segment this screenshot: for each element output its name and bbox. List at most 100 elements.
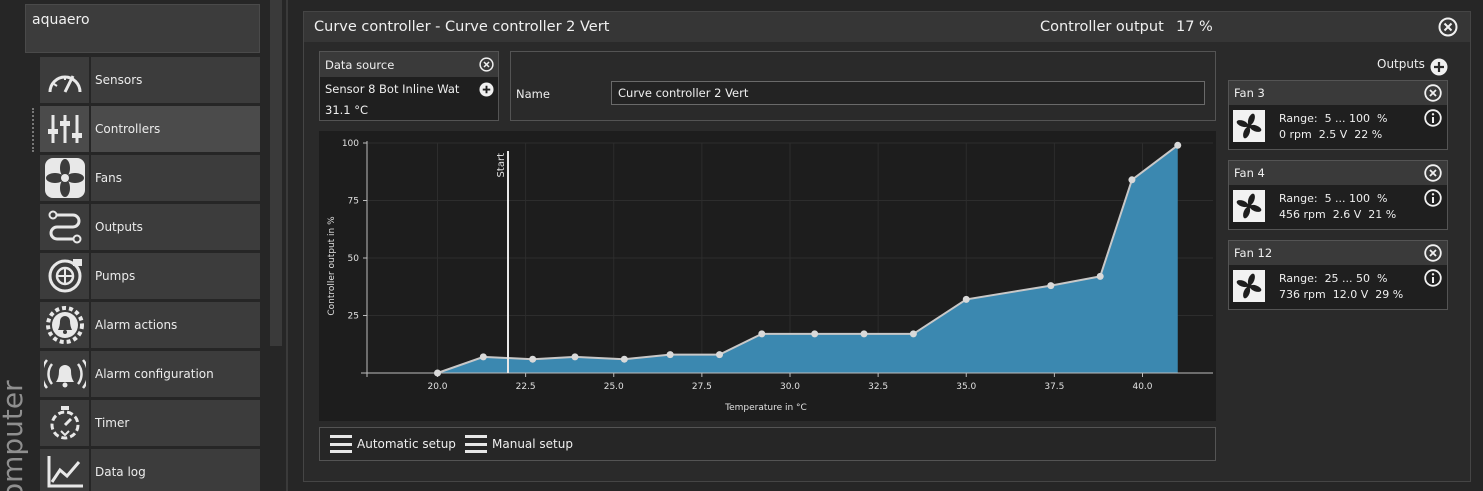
bell-wave-icon (40, 351, 89, 397)
curve-controller-panel: Curve controller - Curve controller 2 Ve… (303, 11, 1471, 482)
fan-icon (1233, 190, 1265, 222)
automatic-setup-button[interactable]: Automatic setup (330, 435, 456, 453)
nav-label: Fans (91, 155, 260, 201)
nav-item-sensors[interactable]: Sensors (40, 57, 260, 103)
x-axis-label: Temperature in °C (724, 403, 807, 413)
nav-label: Data log (91, 449, 260, 491)
nav-label: Alarm actions (91, 302, 260, 348)
x-tick-label: 32.5 (868, 382, 888, 392)
x-tick-label: 25.0 (604, 382, 624, 392)
nav-scrollbar[interactable] (270, 0, 282, 346)
y-tick-label: 25 (348, 312, 359, 322)
curve-chart-svg[interactable]: 20.0 22.5 25.0 27.5 30.0 32.5 35.0 37.5 40.0 25 50… (319, 131, 1216, 421)
curve-point (1174, 141, 1182, 149)
remove-source-icon[interactable] (479, 57, 494, 72)
x-tick-label: 22.5 (516, 382, 536, 392)
name-label: Name (516, 87, 550, 101)
device-selector[interactable]: aquaero (25, 4, 260, 53)
y-tick-label: 50 (348, 254, 360, 264)
fan-card-header: Fan 4 (1229, 161, 1447, 185)
setup-bar: Automatic setup Manual setup (319, 427, 1216, 461)
nav-label: Outputs (91, 204, 260, 250)
data-source-title: Data source (325, 58, 395, 72)
curve-point (1047, 282, 1055, 290)
fan-card-header: Fan 12 (1229, 241, 1447, 265)
fan-icon (1233, 110, 1265, 142)
data-source-sensor: Sensor 8 Bot Inline Wat (325, 82, 460, 96)
curve-point (529, 355, 537, 363)
nav-label: Pumps (91, 253, 260, 299)
fan-card-header: Fan 3 (1229, 81, 1447, 105)
controller-output-value: 17 % (1176, 19, 1213, 35)
outputs-icon (40, 204, 89, 250)
pane-divider[interactable] (286, 0, 288, 491)
nav-item-alarm-actions[interactable]: Alarm actions (40, 302, 260, 348)
nav-item-alarm-configuration[interactable]: Alarm configuration (40, 351, 260, 397)
close-icon[interactable] (1438, 17, 1458, 37)
nav-label: Controllers (91, 106, 260, 152)
fan-card: Fan 12 Range: 25 ... 50 % 736 rpm 12.0 V… (1228, 240, 1448, 310)
remove-fan-icon[interactable] (1424, 84, 1442, 102)
remove-fan-icon[interactable] (1424, 244, 1442, 262)
y-tick-label: 100 (342, 139, 359, 149)
gauge-icon (40, 57, 89, 103)
fan-card: Fan 3 Range: 5 ... 100 % 0 rpm 2.5 V 22 … (1228, 80, 1448, 150)
fan-stats: 0 rpm 2.5 V 22 % (1279, 128, 1383, 141)
data-source-header: Data source (320, 52, 498, 77)
x-tick-label: 40.0 (1132, 382, 1152, 392)
outputs-label: Outputs (1377, 57, 1425, 71)
nav-item-timer[interactable]: Timer (40, 400, 260, 446)
fan-stats: 736 rpm 12.0 V 29 % (1279, 288, 1404, 301)
name-input[interactable] (611, 81, 1205, 105)
x-tick-label: 20.0 (427, 382, 447, 392)
fan-range: Range: 5 ... 100 % (1279, 112, 1388, 125)
info-icon[interactable] (1424, 109, 1442, 127)
nav-label: Timer (91, 400, 260, 446)
device-name: aquaero (32, 12, 90, 28)
curve-point (571, 353, 579, 361)
y-tick-label: 75 (348, 197, 359, 207)
curve-point (860, 330, 868, 338)
chart-icon (40, 449, 89, 491)
info-icon[interactable] (1424, 269, 1442, 287)
add-source-icon[interactable] (479, 82, 494, 97)
nav-item-pumps[interactable]: Pumps (40, 253, 260, 299)
menu-icon (330, 435, 352, 453)
x-tick-label: 35.0 (956, 382, 976, 392)
side-vertical-label: omputer (0, 380, 29, 491)
curve-point (1128, 176, 1136, 184)
fan-name: Fan 12 (1234, 246, 1273, 260)
info-icon[interactable] (1424, 189, 1442, 207)
fan-range: Range: 25 ... 50 % (1279, 272, 1388, 285)
fan-range: Range: 5 ... 100 % (1279, 192, 1388, 205)
controller-output-label: Controller output (1040, 19, 1164, 35)
curve-chart[interactable]: 20.0 22.5 25.0 27.5 30.0 32.5 35.0 37.5 40.0 25 50… (319, 131, 1216, 421)
nav-item-outputs[interactable]: Outputs (40, 204, 260, 250)
add-output-icon[interactable] (1430, 58, 1448, 76)
fan-name: Fan 3 (1234, 86, 1265, 100)
panel-header: Curve controller - Curve controller 2 Ve… (304, 12, 1470, 42)
sliders-icon (40, 106, 89, 152)
nav-item-controllers[interactable]: Controllers (40, 106, 260, 152)
fan-card: Fan 4 Range: 5 ... 100 % 456 rpm 2.6 V 2… (1228, 160, 1448, 230)
curve-point (434, 369, 441, 377)
fan-icon (1233, 270, 1265, 302)
nav-drag-handle[interactable] (32, 108, 36, 152)
data-source-temperature: 31.1 °C (325, 103, 369, 117)
x-tick-label: 27.5 (692, 382, 712, 392)
curve-point (758, 330, 766, 338)
curve-point (811, 330, 819, 338)
curve-point (909, 330, 917, 338)
pump-icon (40, 253, 89, 299)
y-axis-label: Controller output in % (327, 216, 337, 316)
curve-area (437, 145, 1178, 373)
manual-setup-button[interactable]: Manual setup (465, 435, 573, 453)
curve-point (666, 351, 674, 359)
remove-fan-icon[interactable] (1424, 164, 1442, 182)
x-tick-label: 30.0 (780, 382, 800, 392)
fan-stats: 456 rpm 2.6 V 21 % (1279, 208, 1397, 221)
curve-point (479, 353, 487, 361)
fan-name: Fan 4 (1234, 166, 1265, 180)
nav-item-data-log[interactable]: Data log (40, 449, 260, 491)
nav-item-fans[interactable]: Fans (40, 155, 260, 201)
